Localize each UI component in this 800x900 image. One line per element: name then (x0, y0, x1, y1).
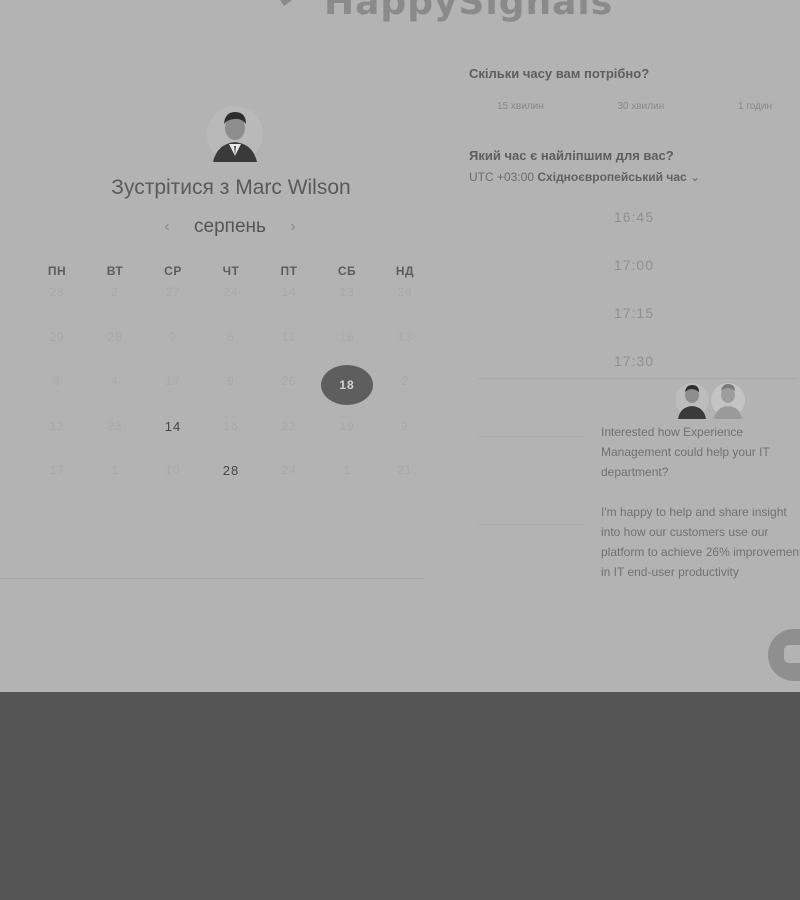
calendar-day-unavailable: 26 (281, 374, 297, 388)
calendar-day-unavailable: 2 (401, 374, 409, 388)
month-navigation: ‹ серпень › (160, 214, 300, 240)
calendar-day-unavailable: 12 (49, 418, 65, 433)
time-slot[interactable]: 17:30 (570, 353, 698, 369)
chat-bubble-icon (784, 645, 800, 663)
calendar-day-unavailable: 10 (165, 463, 181, 477)
calendar-day-unavailable: 2 (111, 285, 119, 299)
timezone-name: Східноєвропейський час (537, 170, 687, 184)
calendar-day-unavailable: 29 (49, 329, 65, 344)
divider (0, 578, 424, 579)
calendar-day-available[interactable]: 28 (202, 460, 260, 505)
calendar-day-number: 18 (321, 365, 373, 406)
calendar-day-unavailable: 22 (281, 418, 297, 433)
duration-option-15[interactable]: 15 хвилин (497, 101, 544, 112)
calendar-day-unavailable: 8 (53, 374, 61, 388)
calendar-day-unavailable: 9 (401, 418, 409, 433)
calendar-day-unavailable: 1 (343, 463, 351, 477)
footer-area (0, 692, 800, 900)
calendar-day-unavailable: 24 (223, 285, 239, 299)
weekday-label: ЧТ (222, 264, 240, 278)
calendar-day-unavailable: 6 (227, 329, 235, 344)
calendar-day-unavailable: 23 (107, 418, 123, 433)
duration-options: 15 хвилин 30 хвилин 1 годин (469, 101, 800, 112)
weekday-label: ПН (47, 264, 67, 278)
weekday-label: НД (395, 264, 415, 278)
weekday-header: ПН ВТ СР ЧТ ПТ СБ НД (28, 264, 434, 278)
chat-message: Interested how Experience Management cou… (601, 422, 800, 582)
calendar-day-unavailable: 17 (49, 463, 65, 477)
weekday-label: ВТ (106, 264, 124, 278)
time-slot[interactable]: 17:00 (570, 257, 698, 273)
calendar-day-unavailable: 14 (281, 285, 297, 299)
calendar-day-unavailable: 13 (339, 285, 355, 299)
time-question: Який час є найліпшим для вас? (469, 148, 674, 163)
calendar-day-unavailable: 16 (223, 418, 239, 433)
calendar-day-unavailable: 19 (339, 418, 355, 433)
month-label: серпень (194, 216, 266, 237)
calendar-day-selected[interactable]: 18 (318, 365, 376, 416)
chevron-right-icon[interactable]: › (286, 218, 300, 236)
chat-launcher-button[interactable] (768, 629, 800, 681)
calendar-day-unavailable: 24 (281, 463, 297, 477)
calendar-day-unavailable: 4 (111, 374, 119, 388)
duration-option-30[interactable]: 30 хвилин (617, 101, 664, 112)
calendar-day-unavailable: 11 (281, 329, 297, 344)
chat-message-body: I'm happy to help and share insight into… (601, 505, 800, 579)
page-title: Зустрітися з Marc Wilson (111, 176, 351, 199)
calendar-day-unavailable: 26 (397, 285, 413, 299)
duration-question: Скільки часу вам потрібно? (469, 66, 650, 81)
timezone-offset: UTC +03:00 (469, 170, 535, 184)
calendar-day-unavailable: 17 (165, 374, 181, 388)
chevron-left-icon[interactable]: ‹ (160, 218, 174, 236)
calendar-grid: 28 2 27 24 14 13 26 29 28 9 6 11 16 13 8 4 17 9 26 18 2 12 23 1… (28, 282, 434, 505)
calendar-day-unavailable: 9 (227, 374, 235, 388)
calendar-day-unavailable: 1 (111, 463, 119, 477)
brand-name: HappySignals (324, 0, 614, 23)
logo-speech-bubble-icon (248, 0, 306, 6)
host-avatar (207, 106, 263, 162)
chevron-down-icon: ⌄ (690, 170, 701, 184)
chat-agent-avatars (676, 383, 745, 419)
scheduler-page: HappySignals Зустрітися з Marc Wilson ‹ … (0, 0, 800, 692)
brand-logo: HappySignals (240, 0, 613, 26)
time-slot[interactable]: 16:45 (570, 209, 698, 225)
timezone-selector[interactable]: UTC +03:00 Східноєвропейський час ⌄ (469, 170, 700, 184)
weekday-label: СР (164, 264, 182, 278)
divider (478, 378, 798, 379)
time-slot[interactable]: 17:15 (570, 305, 698, 321)
calendar-day-unavailable: 27 (165, 285, 181, 299)
calendar-day-unavailable: 9 (169, 329, 177, 344)
calendar-day-unavailable: 28 (107, 329, 123, 344)
weekday-label: СБ (337, 264, 357, 278)
duration-option-60[interactable]: 1 годин (738, 101, 772, 112)
calendar-day-unavailable: 21 (397, 463, 413, 477)
calendar-day-available[interactable]: 14 (144, 416, 202, 461)
calendar-day-unavailable: 13 (397, 329, 413, 344)
divider (478, 436, 584, 437)
divider (478, 524, 584, 525)
chat-message-intro: Interested how Experience Management cou… (601, 425, 770, 479)
weekday-label: ПТ (280, 264, 298, 278)
calendar-day-unavailable: 28 (49, 285, 65, 299)
